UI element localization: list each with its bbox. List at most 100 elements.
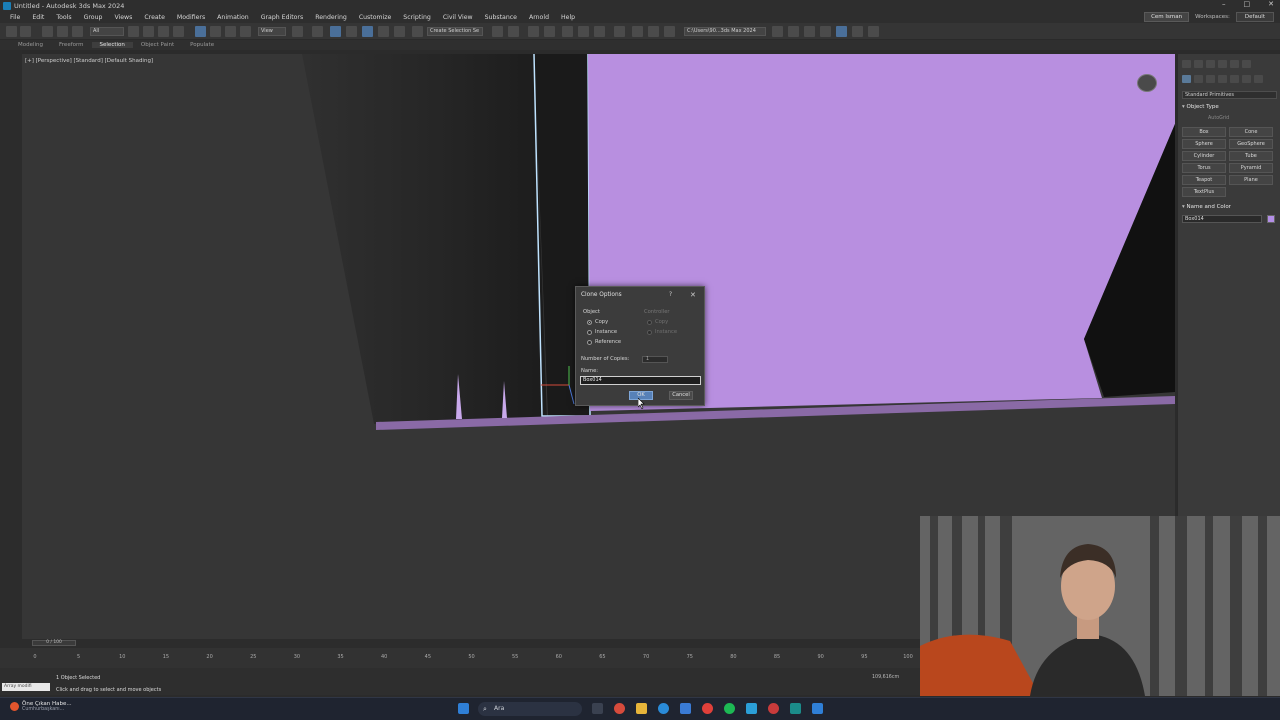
autogrid-checkbox[interactable]: AutoGrid (1208, 116, 1229, 121)
toggle-ribbon-icon[interactable] (562, 26, 573, 37)
lights-icon[interactable] (1206, 75, 1215, 83)
scene-explorer-icon[interactable] (528, 26, 539, 37)
telegram-icon[interactable] (746, 703, 757, 714)
chrome-icon[interactable] (614, 703, 625, 714)
bind-space-warp-icon[interactable] (72, 26, 83, 37)
menu-file[interactable]: File (4, 14, 26, 21)
space-warps-icon[interactable] (1242, 75, 1251, 83)
menu-modifiers[interactable]: Modifiers (171, 14, 211, 21)
object-instance-radio[interactable]: Instance (587, 329, 617, 335)
hierarchy-tab-icon[interactable] (1206, 60, 1215, 68)
geometry-icon[interactable] (1182, 75, 1191, 83)
app-icon-dark-red[interactable] (768, 703, 779, 714)
menu-customize[interactable]: Customize (353, 14, 397, 21)
pyramid-button[interactable]: Pyramid (1229, 163, 1273, 173)
geosphere-button[interactable]: GeoSphere (1229, 139, 1273, 149)
display-tab-icon[interactable] (1230, 60, 1239, 68)
menu-arnold[interactable]: Arnold (523, 14, 555, 21)
select-by-name-icon[interactable] (143, 26, 154, 37)
container-icon[interactable] (788, 26, 799, 37)
arnold-ipr-icon[interactable] (868, 26, 879, 37)
undo-icon[interactable] (6, 26, 17, 37)
task-view-icon[interactable] (592, 703, 603, 714)
curve-editor-icon[interactable] (578, 26, 589, 37)
object-name-field[interactable]: Box014 (1182, 215, 1262, 223)
menu-tools[interactable]: Tools (50, 14, 77, 21)
close-icon[interactable]: ✕ (690, 291, 696, 299)
menu-substance[interactable]: Substance (479, 14, 523, 21)
3dsmax-taskbar-icon[interactable] (790, 703, 801, 714)
cancel-button[interactable]: Cancel (669, 391, 693, 400)
select-and-place-icon[interactable] (240, 26, 251, 37)
workspace-select[interactable]: Default (1235, 12, 1274, 22)
window-crossing-icon[interactable] (173, 26, 184, 37)
torus-button[interactable]: Torus (1182, 163, 1226, 173)
track-bar[interactable] (0, 648, 920, 668)
select-object-icon[interactable] (128, 26, 139, 37)
arnold-render-icon[interactable] (852, 26, 863, 37)
object-reference-radio[interactable]: Reference (587, 339, 621, 345)
layer-explorer-icon[interactable] (544, 26, 555, 37)
clone-name-input[interactable]: Box014 (580, 376, 701, 385)
viewcube-icon[interactable] (1137, 74, 1157, 92)
tab-modeling[interactable]: Modeling (10, 42, 51, 48)
render-setup-icon[interactable] (632, 26, 643, 37)
edge-icon[interactable] (658, 703, 669, 714)
tab-freeform[interactable]: Freeform (51, 42, 92, 48)
textplus-button[interactable]: TextPlus (1182, 187, 1226, 197)
open-explorer-icon[interactable] (772, 26, 783, 37)
file-explorer-icon[interactable] (636, 703, 647, 714)
select-and-rotate-icon[interactable] (210, 26, 221, 37)
number-of-copies-spinner[interactable]: 1 (642, 356, 668, 363)
viewport-label[interactable]: [+] [Perspective] [Standard] [Default Sh… (25, 58, 153, 64)
windows-start-icon[interactable] (458, 703, 469, 714)
viewport-layout-icon[interactable] (820, 26, 831, 37)
rendered-frame-window-icon[interactable] (648, 26, 659, 37)
motion-tab-icon[interactable] (1218, 60, 1227, 68)
tab-selection[interactable]: Selection (91, 42, 133, 48)
box-button[interactable]: Box (1182, 127, 1226, 137)
menu-group[interactable]: Group (78, 14, 109, 21)
selection-filter-select[interactable]: All (90, 27, 124, 36)
material-editor-icon[interactable] (614, 26, 625, 37)
menu-scripting[interactable]: Scripting (397, 14, 437, 21)
modify-tab-icon[interactable] (1194, 60, 1203, 68)
link-icon[interactable] (42, 26, 53, 37)
mirror-icon[interactable] (492, 26, 503, 37)
time-slider[interactable]: 0 / 100 (32, 640, 76, 646)
maximize-button[interactable]: □ (1244, 0, 1251, 8)
select-and-scale-icon[interactable] (225, 26, 236, 37)
create-tab-icon[interactable] (1182, 60, 1191, 68)
edit-named-selection-icon[interactable] (412, 26, 423, 37)
cameras-icon[interactable] (1218, 75, 1227, 83)
menu-rendering[interactable]: Rendering (309, 14, 353, 21)
tube-button[interactable]: Tube (1229, 151, 1273, 161)
keyboard-shortcut-override-icon[interactable] (330, 26, 341, 37)
maximize-viewport-icon[interactable] (836, 26, 847, 37)
object-color-swatch[interactable] (1267, 215, 1275, 223)
select-and-move-icon[interactable] (195, 26, 206, 37)
spotify-icon[interactable] (724, 703, 735, 714)
helpers-icon[interactable] (1230, 75, 1239, 83)
menu-help[interactable]: Help (555, 14, 581, 21)
object-copy-radio[interactable]: Copy (587, 319, 608, 325)
app-icon-blue[interactable] (812, 703, 823, 714)
tab-populate[interactable]: Populate (182, 42, 222, 48)
snaps-toggle-icon[interactable] (346, 26, 357, 37)
app-icon-red[interactable] (702, 703, 713, 714)
teapot-button[interactable]: Teapot (1182, 175, 1226, 185)
minimize-button[interactable]: – (1222, 0, 1226, 8)
cylinder-button[interactable]: Cylinder (1182, 151, 1226, 161)
redo-icon[interactable] (20, 26, 31, 37)
percent-snap-icon[interactable] (378, 26, 389, 37)
align-icon[interactable] (508, 26, 519, 37)
reference-coordinate-select[interactable]: View (258, 27, 286, 36)
systems-icon[interactable] (1254, 75, 1263, 83)
spinner-snap-icon[interactable] (394, 26, 405, 37)
maxscript-listener[interactable]: Array modifi (2, 683, 50, 691)
name-and-color-rollout[interactable]: Name and Color (1182, 204, 1231, 210)
schematic-view-icon[interactable] (594, 26, 605, 37)
plane-button[interactable]: Plane (1229, 175, 1273, 185)
user-account-button[interactable]: Cem Isman (1144, 12, 1190, 22)
manipulate-icon[interactable] (312, 26, 323, 37)
